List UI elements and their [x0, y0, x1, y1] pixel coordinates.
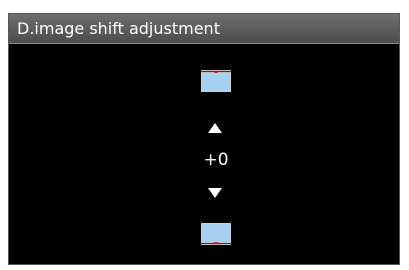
triangle-down-icon[interactable] — [208, 188, 222, 198]
page-title: D.image shift adjustment — [17, 19, 220, 38]
shift-value: +0 — [203, 150, 229, 170]
triangle-up-icon[interactable] — [208, 123, 222, 133]
camera-menu-screen: D.image shift adjustment +0 — [8, 13, 400, 265]
image-shift-top-preview-icon — [201, 70, 231, 92]
title-bar: D.image shift adjustment — [9, 14, 399, 44]
image-shift-bottom-preview-icon — [201, 223, 231, 245]
